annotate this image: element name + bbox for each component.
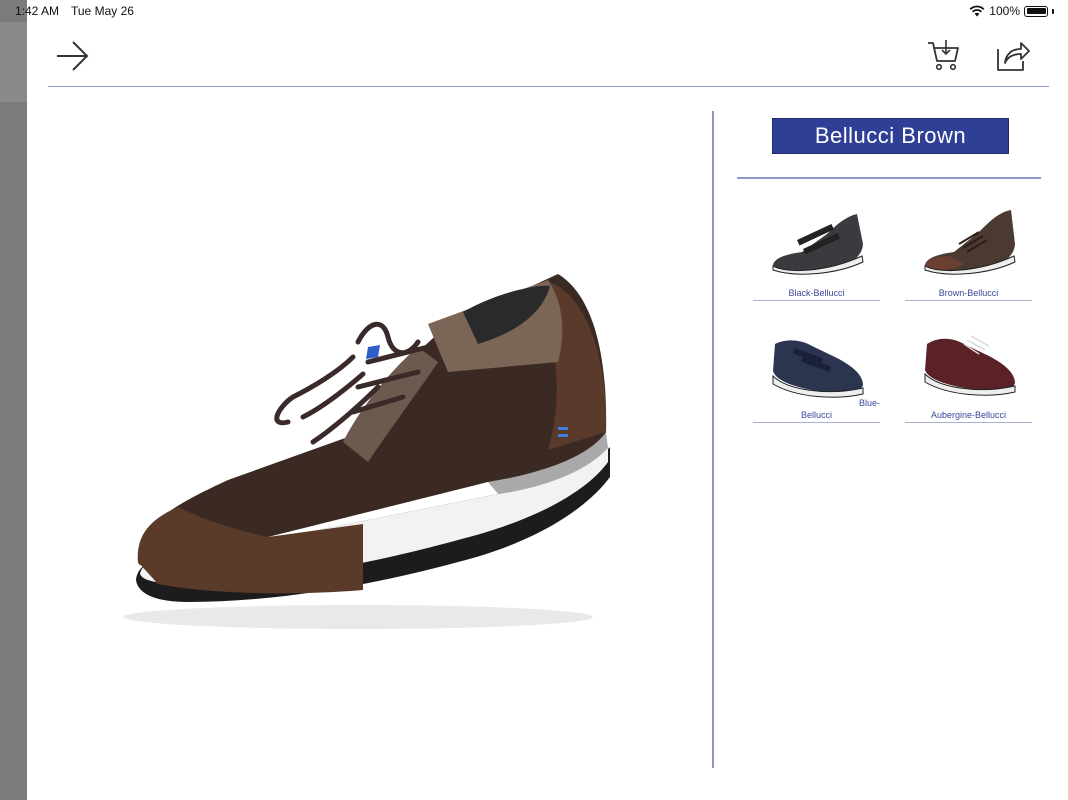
variant-label: Bellucci: [800, 410, 832, 420]
variant-black-bellucci[interactable]: Black-Bellucci: [753, 204, 880, 301]
brown-lace-shoe-thumbnail: [924, 210, 1016, 275]
variant-label: Aubergine-Bellucci: [930, 410, 1007, 420]
product-title: Bellucci Brown: [772, 118, 1009, 154]
status-date: Tue May 26: [71, 4, 134, 18]
blue-velcro-shoe-thumbnail: [772, 340, 864, 398]
variant-label: Black-Bellucci: [788, 288, 845, 298]
variant-aubergine-bellucci[interactable]: Aubergine-Bellucci: [905, 326, 1032, 423]
top-toolbar: [48, 30, 1049, 87]
cart-button[interactable]: [924, 36, 964, 76]
background-app-header: [0, 22, 27, 102]
status-bar: 1:42 AM Tue May 26 100%: [0, 0, 1068, 22]
variant-label-part: Blue-: [859, 398, 881, 408]
title-divider: [737, 177, 1041, 179]
share-button[interactable]: [993, 36, 1033, 76]
cart-download-icon: [928, 40, 959, 71]
background-app: [0, 0, 27, 800]
battery-fill: [1026, 8, 1046, 14]
share-icon: [997, 42, 1030, 71]
panel-divider: [712, 111, 714, 768]
variant-label: Brown-Bellucci: [938, 288, 999, 298]
battery-cap: [1052, 8, 1054, 14]
battery-percent: 100%: [989, 4, 1020, 18]
status-time: 1:42 AM: [15, 4, 60, 18]
variant-blue-bellucci[interactable]: Blue- Bellucci: [753, 326, 880, 423]
variant-brown-bellucci[interactable]: Brown-Bellucci: [905, 204, 1032, 301]
black-velcro-shoe-thumbnail: [772, 214, 864, 275]
back-button[interactable]: [52, 36, 92, 76]
battery-icon: [1024, 5, 1048, 17]
wifi-icon: [969, 5, 985, 17]
arrow-right-icon: [57, 41, 89, 71]
status-indicators: 100%: [969, 4, 1054, 18]
aubergine-lace-shoe-thumbnail: [924, 335, 1016, 396]
main-shoe-image: [123, 274, 610, 629]
